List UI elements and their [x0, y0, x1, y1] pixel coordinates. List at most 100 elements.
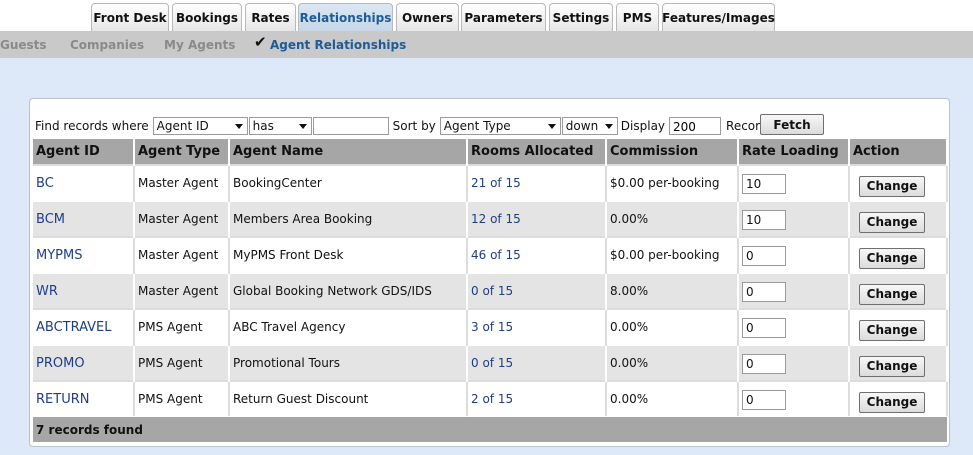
change-button[interactable]: Change: [859, 355, 925, 377]
rate-loading-cell: 0: [738, 272, 850, 309]
tab-relationships[interactable]: Relationships: [298, 3, 393, 31]
rate-loading-cell: 0: [738, 236, 850, 273]
tab-pms[interactable]: PMS: [616, 3, 659, 31]
agent-type-cell: Master Agent: [134, 200, 230, 237]
agent-name-cell: Members Area Booking: [229, 200, 468, 237]
tab-features-images[interactable]: Features/Images: [662, 3, 775, 31]
table-row: BCM Master Agent Members Area Booking 12 of…: [33, 200, 948, 237]
change-button[interactable]: Change: [859, 175, 925, 197]
agent-id-link[interactable]: BC: [33, 164, 135, 201]
action-cell: Change: [849, 308, 948, 345]
change-button[interactable]: Change: [859, 211, 925, 233]
agent-type-cell: Master Agent: [134, 236, 230, 273]
agent-name-cell: ABC Travel Agency: [229, 308, 468, 345]
action-cell: Change: [849, 272, 948, 309]
direction-select[interactable]: down: [561, 117, 618, 135]
rooms-allocated-link[interactable]: 0 of 15: [467, 272, 607, 309]
tab-parameters[interactable]: Parameters: [461, 3, 546, 31]
action-cell: Change: [849, 236, 948, 273]
header-action: Action: [849, 139, 948, 165]
chevron-down-icon: [547, 124, 556, 129]
header-agent-id: Agent ID: [33, 139, 135, 165]
agent-type-cell: PMS Agent: [134, 380, 230, 416]
commission-cell: 0.00%: [606, 344, 739, 381]
rooms-allocated-link[interactable]: 46 of 15: [467, 236, 607, 273]
rate-loading-input[interactable]: 0: [742, 390, 786, 410]
find-label: Find records where: [35, 119, 149, 133]
action-cell: Change: [849, 380, 948, 416]
table-row: PROMO PMS Agent Promotional Tours 0 of 15 0.…: [33, 344, 948, 381]
subtab-agent-relationships[interactable]: Agent Relationships: [270, 38, 406, 52]
change-button[interactable]: Change: [859, 283, 925, 305]
sub-nav: Guests Companies My Agents ✔ Agent Relat…: [0, 31, 973, 58]
tab-owners[interactable]: Owners: [396, 3, 459, 31]
search-input[interactable]: [312, 117, 389, 135]
field-select-value: Agent ID: [156, 119, 209, 133]
checkmark-icon: ✔: [254, 33, 267, 51]
change-button[interactable]: Change: [859, 319, 925, 341]
agent-id-link[interactable]: PROMO: [33, 344, 135, 381]
subtab-companies[interactable]: Companies: [70, 38, 144, 52]
field-select[interactable]: Agent ID: [152, 117, 248, 135]
change-button[interactable]: Change: [859, 391, 925, 413]
subtab-guests[interactable]: Guests: [0, 38, 47, 52]
table-header-row: Agent ID Agent Type Agent Name Rooms All…: [33, 139, 948, 165]
commission-cell: 0.00%: [606, 380, 739, 416]
rate-loading-input[interactable]: 0: [742, 354, 786, 374]
tab-settings[interactable]: Settings: [549, 3, 613, 31]
sort-select-value: Agent Type: [443, 119, 511, 133]
commission-cell: $0.00 per-booking: [606, 164, 739, 201]
tab-front-desk[interactable]: Front Desk: [91, 3, 169, 31]
rate-loading-input[interactable]: 10: [742, 174, 786, 194]
agent-id-link[interactable]: ABCTRAVEL: [33, 308, 135, 345]
agent-name-cell: Promotional Tours: [229, 344, 468, 381]
agent-id-link[interactable]: WR: [33, 272, 135, 309]
table-row: RETURN PMS Agent Return Guest Discount 2 of…: [33, 380, 948, 416]
agent-name-cell: MyPMS Front Desk: [229, 236, 468, 273]
tab-rates[interactable]: Rates: [245, 3, 296, 31]
header-agent-type: Agent Type: [134, 139, 230, 165]
rate-loading-input[interactable]: 0: [742, 246, 786, 266]
agent-name-cell: Return Guest Discount: [229, 380, 468, 416]
table-row: WR Master Agent Global Booking Network GDS…: [33, 272, 948, 309]
top-nav: Front Desk Bookings Rates Relationships …: [0, 0, 973, 31]
commission-cell: 0.00%: [606, 200, 739, 237]
agent-id-link[interactable]: MYPMS: [33, 236, 135, 273]
table-row: ABCTRAVEL PMS Agent ABC Travel Agency 3 of …: [33, 308, 948, 345]
header-commission: Commission: [606, 139, 739, 165]
rate-loading-cell: 10: [738, 200, 850, 237]
chevron-down-icon: [234, 124, 243, 129]
rate-loading-cell: 0: [738, 344, 850, 381]
operator-select[interactable]: has: [248, 117, 312, 135]
display-label: Display: [620, 119, 666, 133]
table-row: MYPMS Master Agent MyPMS Front Desk 46 of 1…: [33, 236, 948, 273]
records-found: 7 records found: [33, 417, 947, 442]
rooms-allocated-link[interactable]: 0 of 15: [467, 344, 607, 381]
rooms-allocated-link[interactable]: 12 of 15: [467, 200, 607, 237]
agent-type-cell: PMS Agent: [134, 344, 230, 381]
fetch-button[interactable]: Fetch: [760, 114, 824, 135]
filter-row: Find records where Agent ID has Sort by …: [35, 115, 778, 137]
agent-id-link[interactable]: BCM: [33, 200, 135, 237]
change-button[interactable]: Change: [859, 247, 925, 269]
tab-bookings[interactable]: Bookings: [172, 3, 242, 31]
display-count-input[interactable]: [669, 117, 722, 135]
rooms-allocated-link[interactable]: 21 of 15: [467, 164, 607, 201]
operator-select-value: has: [252, 119, 274, 133]
rate-loading-input[interactable]: 10: [742, 210, 786, 230]
agent-type-cell: Master Agent: [134, 164, 230, 201]
action-cell: Change: [849, 200, 948, 237]
header-rooms-allocated: Rooms Allocated: [467, 139, 607, 165]
rate-loading-input[interactable]: 0: [742, 282, 786, 302]
rate-loading-input[interactable]: 0: [742, 318, 786, 338]
sort-select[interactable]: Agent Type: [439, 117, 561, 135]
sort-label: Sort by: [392, 119, 436, 133]
agent-type-cell: PMS Agent: [134, 308, 230, 345]
subtab-my-agents[interactable]: My Agents: [164, 38, 235, 52]
header-rate-loading: Rate Loading: [738, 139, 850, 165]
agent-id-link[interactable]: RETURN: [33, 380, 135, 416]
rooms-allocated-link[interactable]: 3 of 15: [467, 308, 607, 345]
rooms-allocated-link[interactable]: 2 of 15: [467, 380, 607, 416]
commission-cell: $0.00 per-booking: [606, 236, 739, 273]
rate-loading-cell: 0: [738, 308, 850, 345]
